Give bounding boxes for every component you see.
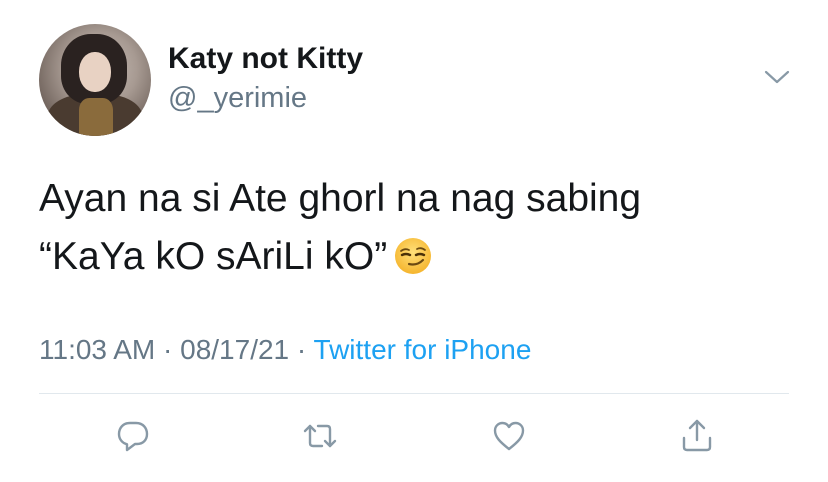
avatar-face — [79, 52, 111, 92]
retweet-icon — [303, 424, 337, 448]
chevron-down-icon[interactable] — [764, 68, 790, 86]
retweet-button[interactable] — [300, 416, 340, 456]
tweet-text-quote: “KaYa kO sAriLi kO” — [39, 235, 388, 278]
smirking-face-icon — [393, 235, 433, 275]
like-button[interactable] — [489, 416, 529, 456]
tweet-text-line: Ayan na si Ate ghorl na nag sabing — [39, 177, 642, 220]
tweet-time: 11:03 AM — [39, 334, 156, 365]
tweet-meta: 11:03 AM · 08/17/21 · Twitter for iPhone — [39, 334, 531, 366]
tweet-text: Ayan na si Ate ghorl na nag sabing “KaYa… — [39, 170, 799, 286]
tweet-text-line: “KaYa kO sAriLi kO” — [39, 228, 799, 286]
meta-separator: · — [296, 334, 307, 365]
share-icon — [682, 419, 712, 452]
heart-icon — [493, 421, 525, 451]
reply-icon — [117, 421, 149, 452]
meta-separator: · — [163, 334, 173, 365]
tweet-date[interactable]: 08/17/21 — [180, 334, 289, 365]
display-name[interactable]: Katy not Kitty — [168, 42, 363, 76]
divider — [39, 393, 789, 394]
avatar-shirt — [79, 98, 113, 136]
share-button[interactable] — [677, 416, 717, 456]
tweet-source-link[interactable]: Twitter for iPhone — [314, 334, 532, 365]
reply-button[interactable] — [113, 416, 153, 456]
tweet: Katy not Kitty @_yerimie Ayan na si Ate … — [0, 0, 828, 482]
user-handle[interactable]: @_yerimie — [168, 82, 307, 115]
avatar[interactable] — [39, 24, 151, 136]
